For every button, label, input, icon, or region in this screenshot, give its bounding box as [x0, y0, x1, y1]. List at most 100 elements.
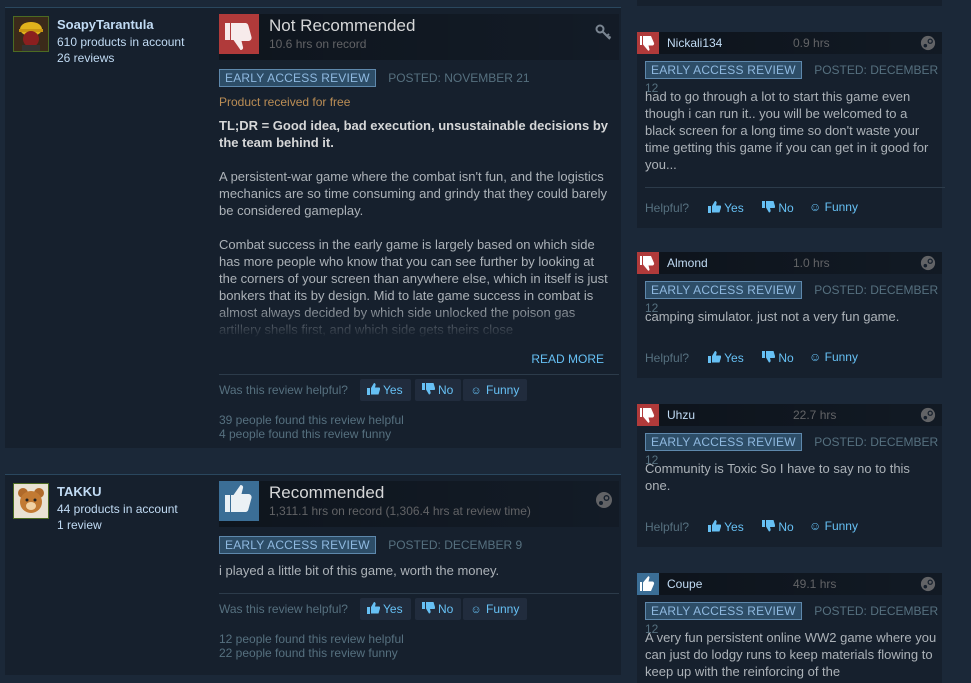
thumbs-down-icon	[762, 520, 775, 532]
helpful-question: Was this review helpful?	[219, 602, 348, 616]
text-fade	[219, 304, 609, 338]
vote-no-button[interactable]: No	[415, 379, 462, 401]
side-author-name[interactable]: Nickali134	[667, 36, 722, 50]
verdict-title: Not Recommended	[269, 16, 416, 35]
vote-funny-button[interactable]: ☺ Funny	[809, 350, 858, 364]
side-review-body: A very fun persistent online WW2 game wh…	[645, 630, 937, 679]
early-access-badge: EARLY ACCESS REVIEW	[219, 69, 376, 87]
thumbs-up-icon	[708, 520, 721, 532]
vote-no-label: No	[438, 383, 454, 397]
author-meta: 610 products in account 26 reviews	[57, 34, 184, 66]
vote-no-button[interactable]: No	[761, 519, 794, 534]
steam-icon	[920, 255, 936, 271]
avatar[interactable]	[13, 16, 49, 52]
reviews-count[interactable]: 26 reviews	[57, 50, 184, 66]
vote-yes-label: Yes	[724, 520, 744, 534]
vote-yes-button[interactable]: Yes	[707, 200, 744, 215]
side-hours: 49.1 hrs	[793, 577, 837, 591]
helpful-controls: Was this review helpful? Yes No ☺ Funny	[219, 374, 619, 405]
side-review-card: Uhzu 22.7 hrs EARLY ACCESS REVIEW POSTED…	[637, 404, 942, 547]
vote-funny-button[interactable]: ☺ Funny	[809, 200, 858, 214]
vote-yes-label: Yes	[724, 351, 744, 365]
author-name[interactable]: TAKKU	[57, 484, 102, 499]
side-review-header[interactable]: Nickali134 0.9 hrs	[637, 32, 942, 54]
vote-yes-button[interactable]: Yes	[707, 519, 744, 534]
vote-funny-button[interactable]: ☺ Funny	[463, 598, 528, 620]
posted-date: POSTED: NOVEMBER 21	[388, 71, 530, 85]
review-verdict-header[interactable]: Not Recommended 10.6 hrs on record	[219, 14, 619, 60]
products-count[interactable]: 610 products in account	[57, 34, 184, 50]
side-review-header[interactable]: Uhzu 22.7 hrs	[637, 404, 942, 426]
read-more-link[interactable]: READ MORE	[531, 352, 604, 366]
thumbs-up-icon	[708, 351, 721, 363]
vote-funny-label: Funny	[824, 350, 858, 364]
steam-icon	[595, 491, 613, 509]
vote-funny-label: Funny	[486, 602, 520, 616]
products-count[interactable]: 44 products in account	[57, 501, 178, 517]
smiley-icon: ☺	[809, 200, 822, 214]
helpful-question: Helpful?	[645, 351, 690, 365]
steam-icon	[920, 35, 936, 51]
side-review-body: Community is Toxic So I have to say no t…	[645, 461, 910, 493]
thumbs-up-icon	[366, 599, 380, 621]
found-funny: 22 people found this review funny	[219, 646, 398, 660]
vote-no-button[interactable]: No	[761, 350, 794, 365]
side-helpful-controls: Helpful? Yes No ☺ Funny	[645, 187, 945, 224]
vote-yes-label: Yes	[383, 602, 403, 616]
side-author-name[interactable]: Uhzu	[667, 408, 695, 422]
review-paragraph: i played a little bit of this game, wort…	[219, 563, 500, 578]
early-access-badge: EARLY ACCESS REVIEW	[645, 61, 802, 79]
helpful-question: Helpful?	[645, 201, 690, 215]
reviews-count[interactable]: 1 review	[57, 517, 178, 533]
thumbs-up-icon	[219, 481, 259, 521]
early-access-badge: EARLY ACCESS REVIEW	[645, 433, 802, 451]
vote-yes-button[interactable]: Yes	[360, 379, 411, 401]
found-counts: 39 people found this review helpful 4 pe…	[219, 413, 404, 441]
thumbs-down-icon	[762, 201, 775, 213]
avatar-image	[14, 484, 48, 518]
early-access-badge: EARLY ACCESS REVIEW	[219, 536, 376, 554]
review-paragraph: A persistent-war game where the combat i…	[219, 169, 608, 218]
hours-on-record: 10.6 hrs on record	[269, 37, 367, 51]
side-hours: 22.7 hrs	[793, 408, 837, 422]
review-meta-line: EARLY ACCESS REVIEW POSTED: DECEMBER 9	[219, 536, 522, 554]
review-card: TAKKU 44 products in account 1 review Re…	[5, 474, 621, 675]
verdict-title: Recommended	[269, 483, 385, 502]
thumbs-up-icon	[366, 380, 380, 402]
side-review-card: Nickali134 0.9 hrs EARLY ACCESS REVIEW P…	[637, 32, 945, 228]
side-author-name[interactable]: Coupe	[667, 577, 702, 591]
side-review-body: camping simulator. just not a very fun g…	[645, 309, 900, 324]
found-helpful: 12 people found this review helpful	[219, 632, 404, 646]
side-review-header[interactable]: Coupe 49.1 hrs	[637, 573, 942, 595]
vote-yes-label: Yes	[724, 201, 744, 215]
early-access-badge: EARLY ACCESS REVIEW	[645, 602, 802, 620]
posted-date: POSTED: DECEMBER 9	[388, 538, 523, 552]
vote-no-label: No	[778, 201, 794, 215]
thumbs-down-icon	[637, 252, 659, 274]
vote-yes-button[interactable]: Yes	[360, 598, 411, 620]
review-card: SoapyTarantula 610 products in account 2…	[5, 7, 621, 448]
vote-yes-button[interactable]: Yes	[707, 350, 744, 365]
vote-funny-button[interactable]: ☺ Funny	[809, 519, 858, 533]
side-helpful-controls: Helpful? Yes No ☺ Funny	[645, 507, 945, 543]
smiley-icon: ☺	[470, 604, 482, 616]
found-helpful: 39 people found this review helpful	[219, 413, 404, 427]
vote-yes-label: Yes	[383, 383, 403, 397]
side-review-card: Almond 1.0 hrs EARLY ACCESS REVIEW POSTE…	[637, 252, 942, 378]
avatar[interactable]	[13, 483, 49, 519]
vote-no-button[interactable]: No	[761, 200, 794, 215]
helpful-question: Was this review helpful?	[219, 383, 348, 397]
smiley-icon: ☺	[809, 519, 822, 533]
thumbs-down-icon	[219, 14, 259, 54]
review-verdict-header[interactable]: Recommended 1,311.1 hrs on record (1,306…	[219, 481, 619, 527]
hours-on-record: 1,311.1 hrs on record (1,306.4 hrs at re…	[269, 504, 531, 518]
helpful-controls: Was this review helpful? Yes No ☺ Funny	[219, 593, 619, 624]
review-meta-line: EARLY ACCESS REVIEW POSTED: NOVEMBER 21	[219, 69, 530, 87]
side-review-header[interactable]: Almond 1.0 hrs	[637, 252, 942, 274]
vote-no-button[interactable]: No	[415, 598, 462, 620]
steam-icon	[920, 576, 936, 592]
vote-funny-button[interactable]: ☺ Funny	[463, 379, 528, 401]
side-author-name[interactable]: Almond	[667, 256, 708, 270]
received-free-note: Product received for free	[219, 95, 351, 109]
author-name[interactable]: SoapyTarantula	[57, 17, 154, 32]
